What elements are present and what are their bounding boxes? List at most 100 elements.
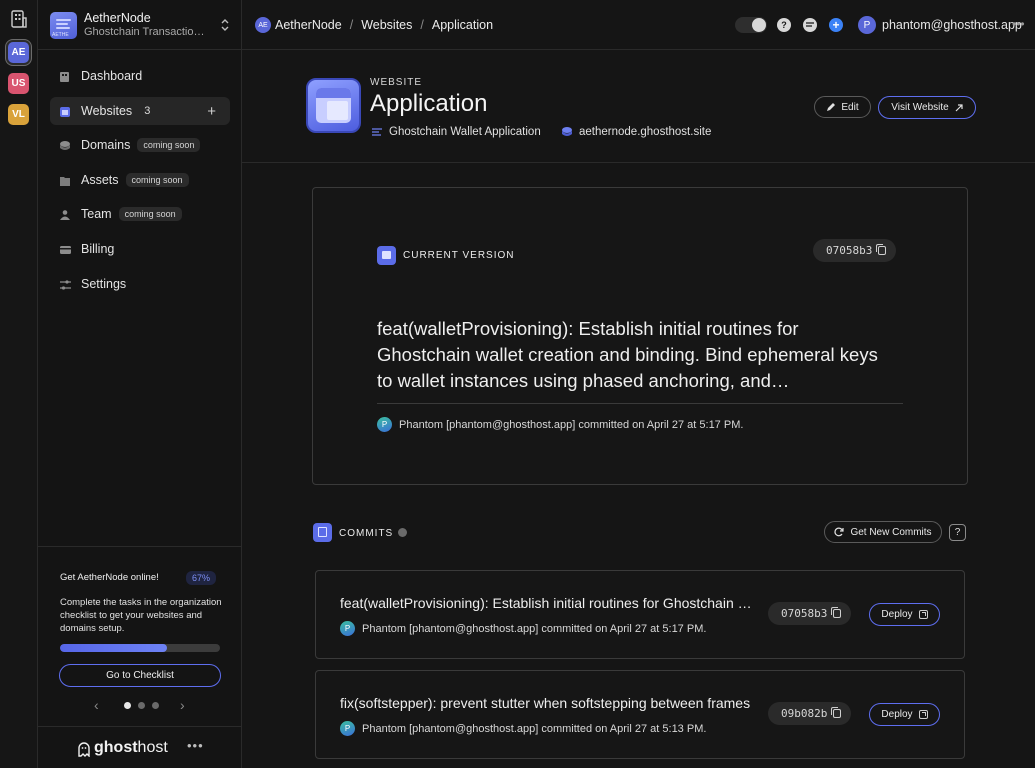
current-version-message: feat(walletProvisioning): Establish init… bbox=[377, 318, 878, 391]
org-badge-us[interactable]: US bbox=[8, 73, 29, 94]
current-version-card: CURRENT VERSION 07058b3 feat(walletProvi… bbox=[312, 187, 968, 485]
website-domain-text[interactable]: aethernode.ghosthost.site bbox=[579, 126, 711, 138]
coming-soon-badge: coming soon bbox=[118, 207, 182, 222]
more-icon[interactable]: ••• bbox=[1012, 17, 1025, 31]
commit-author: P Phantom [phantom@ghosthost.app] commit… bbox=[377, 417, 743, 432]
sidebar-item-team[interactable]: Team coming soon bbox=[50, 200, 230, 228]
pager-dot[interactable] bbox=[124, 702, 131, 709]
chat-icon[interactable] bbox=[803, 18, 817, 32]
current-version-label: CURRENT VERSION bbox=[403, 250, 515, 261]
sidebar-item-label: Dashboard bbox=[81, 69, 143, 83]
billing-icon bbox=[60, 244, 71, 254]
website-description: Ghostchain Wallet Application bbox=[372, 126, 541, 138]
sidebar-item-settings[interactable]: Settings bbox=[50, 270, 230, 298]
page-title: Application bbox=[370, 90, 488, 117]
assets-icon bbox=[60, 175, 71, 186]
divider bbox=[377, 403, 903, 404]
workspace-name: AetherNode bbox=[84, 11, 151, 25]
sidebar-item-label: Websites bbox=[81, 103, 133, 118]
theme-toggle[interactable] bbox=[735, 17, 767, 33]
top-bar: AE AetherNode / Websites / Application ?… bbox=[242, 0, 1035, 50]
breadcrumb: AetherNode / Websites / Application bbox=[275, 18, 493, 32]
website-domain[interactable]: aethernode.ghosthost.site bbox=[562, 126, 711, 138]
go-to-checklist-button[interactable]: Go to Checklist bbox=[59, 664, 221, 687]
breadcrumb-org-badge: AE bbox=[255, 17, 271, 33]
coming-soon-badge: coming soon bbox=[137, 138, 201, 153]
arrow-up-right-icon bbox=[955, 103, 963, 111]
workspace-switcher[interactable]: AETHE AetherNode Ghostchain Transaction … bbox=[38, 0, 242, 50]
edit-button-label: Edit bbox=[841, 101, 859, 113]
add-website-button[interactable]: + bbox=[207, 103, 216, 120]
domains-icon bbox=[60, 140, 71, 151]
info-icon[interactable] bbox=[398, 528, 407, 537]
chevron-left-icon[interactable]: ‹ bbox=[94, 697, 99, 713]
commit-message: fix(softstepper): prevent stutter when s… bbox=[340, 695, 751, 711]
website-description-text: Ghostchain Wallet Application bbox=[389, 126, 541, 138]
sidebar-item-label: Billing bbox=[81, 241, 115, 256]
pager-dot[interactable] bbox=[138, 702, 145, 709]
commits-help-button[interactable]: ? bbox=[949, 524, 966, 541]
commit-author: P Phantom [phantom@ghosthost.app] commit… bbox=[340, 721, 706, 736]
sidebar-item-label: Team bbox=[81, 207, 112, 222]
visit-website-button[interactable]: Visit Website bbox=[878, 96, 976, 119]
commit-row: fix(softstepper): prevent stutter when s… bbox=[315, 670, 965, 759]
website-header: WEBSITE Application Ghostchain Wallet Ap… bbox=[242, 50, 1035, 163]
edit-button[interactable]: Edit bbox=[814, 96, 871, 118]
commit-hash-chip[interactable]: 07058b3 bbox=[813, 239, 897, 262]
commit-author-line: Phantom [phantom@ghosthost.app] committe… bbox=[362, 722, 707, 735]
sidebar-nav: Dashboard Websites 3 + Domains coming so… bbox=[50, 62, 230, 304]
copy-icon[interactable] bbox=[831, 607, 842, 618]
sidebar-item-billing[interactable]: Billing bbox=[50, 235, 230, 263]
team-icon bbox=[60, 209, 71, 221]
org-badge-vl[interactable]: VL bbox=[8, 104, 29, 125]
help-icon[interactable]: ? bbox=[777, 18, 791, 32]
deploy-button[interactable]: Deploy bbox=[869, 703, 940, 726]
sidebar-item-domains[interactable]: Domains coming soon bbox=[50, 131, 230, 159]
refresh-icon bbox=[834, 527, 845, 537]
app-root: AE US VL AETHE AetherNode Ghostchain Tra… bbox=[0, 0, 1035, 768]
external-link-icon bbox=[918, 710, 928, 719]
main-content: WEBSITE Application Ghostchain Wallet Ap… bbox=[242, 50, 1035, 768]
commit-hash: 07058b3 bbox=[781, 607, 828, 620]
checklist-pager: ‹ › bbox=[94, 697, 186, 713]
get-new-commits-label: Get New Commits bbox=[850, 526, 932, 538]
commit-hash-chip[interactable]: 09b082b bbox=[768, 702, 852, 725]
copy-icon[interactable] bbox=[876, 244, 887, 255]
sidebar-item-assets[interactable]: Assets coming soon bbox=[50, 166, 230, 194]
sidebar-item-label: Domains bbox=[81, 138, 131, 153]
user-email[interactable]: phantom@ghosthost.app bbox=[882, 18, 1022, 32]
brand-footer: ghosthost ••• bbox=[38, 726, 242, 768]
sidebar: AETHE AetherNode Ghostchain Transaction … bbox=[38, 0, 242, 768]
breadcrumb-websites[interactable]: Websites bbox=[361, 18, 412, 32]
external-link-icon bbox=[918, 610, 928, 619]
website-icon bbox=[306, 78, 361, 133]
chevron-right-icon[interactable]: › bbox=[180, 697, 185, 713]
visit-website-label: Visit Website bbox=[891, 102, 949, 113]
more-icon[interactable]: ••• bbox=[187, 738, 204, 753]
deploy-button[interactable]: Deploy bbox=[869, 603, 940, 626]
checklist-percent-badge: 67% bbox=[186, 571, 217, 585]
sidebar-item-dashboard[interactable]: Dashboard bbox=[50, 62, 230, 90]
coming-soon-badge: coming soon bbox=[125, 172, 189, 187]
commit-hash: 07058b3 bbox=[826, 244, 873, 257]
chevron-up-down-icon bbox=[220, 17, 230, 33]
moon-icon bbox=[752, 18, 766, 32]
copy-icon[interactable] bbox=[831, 707, 842, 718]
pager-dot[interactable] bbox=[152, 702, 159, 709]
breadcrumb-org[interactable]: AetherNode bbox=[275, 18, 342, 32]
website-eyebrow: WEBSITE bbox=[370, 77, 423, 88]
add-icon[interactable]: + bbox=[829, 18, 843, 32]
deploy-label: Deploy bbox=[881, 709, 913, 720]
sidebar-item-websites[interactable]: Websites 3 + bbox=[50, 96, 230, 125]
commits-header: COMMITS Get New Commits ? bbox=[313, 521, 969, 543]
get-new-commits-button[interactable]: Get New Commits bbox=[824, 521, 942, 543]
commits-icon bbox=[313, 523, 332, 542]
user-avatar[interactable]: P bbox=[858, 16, 876, 34]
org-badge-aethernode[interactable]: AE bbox=[8, 42, 29, 63]
workspace-subtitle: Ghostchain Transaction Indexer bbox=[84, 26, 210, 38]
commit-hash-chip[interactable]: 07058b3 bbox=[768, 602, 852, 625]
workspace-logo-text: AETHE bbox=[52, 32, 69, 38]
organizations-icon[interactable] bbox=[9, 9, 29, 29]
version-icon bbox=[377, 246, 396, 265]
settings-icon bbox=[60, 279, 71, 290]
